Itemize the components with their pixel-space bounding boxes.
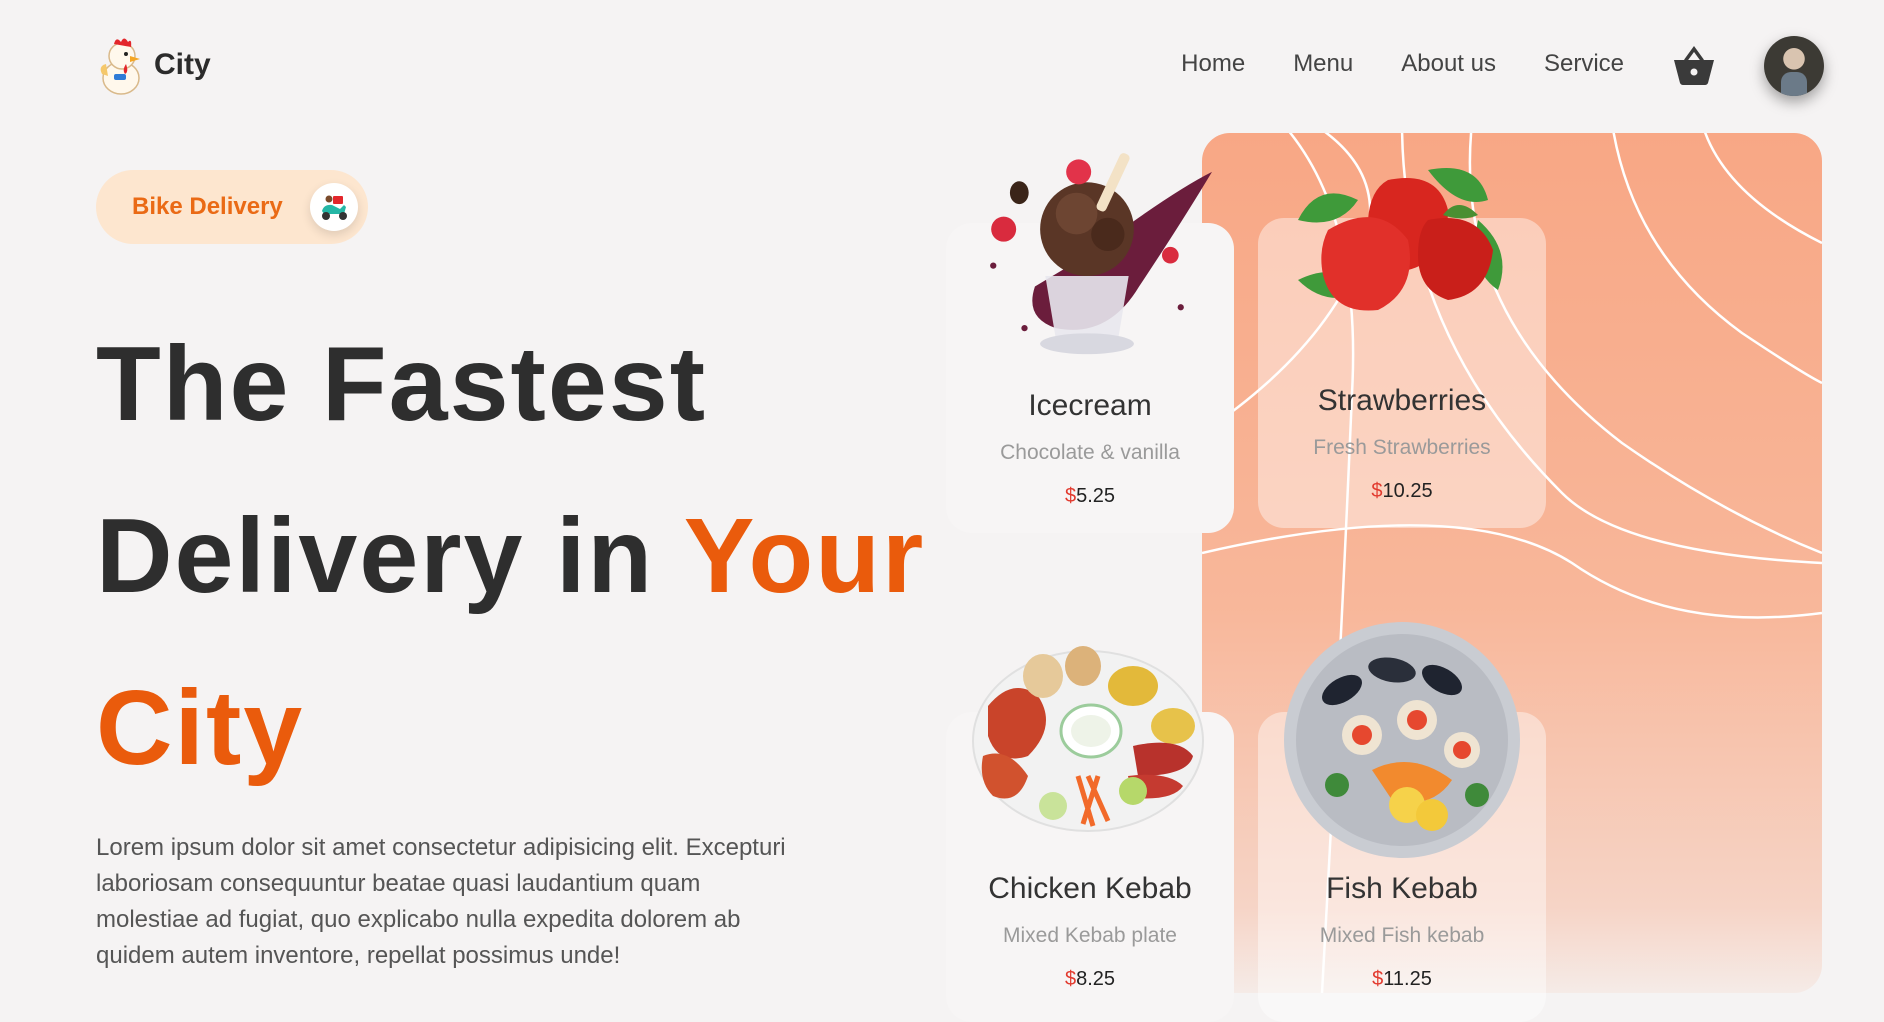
card-name: Chicken Kebab	[988, 872, 1192, 905]
hero-line-3-accent: City	[96, 669, 305, 787]
rooster-logo-icon	[100, 38, 140, 95]
card-name: Strawberries	[1317, 384, 1487, 417]
nav-menu[interactable]: Menu	[1293, 50, 1353, 78]
card-price: $8.25	[1064, 968, 1116, 990]
brand-name: City	[154, 48, 211, 81]
card-desc: Mixed Fish kebab	[1319, 924, 1485, 947]
user-avatar[interactable]	[1764, 36, 1824, 96]
main-nav: Home Menu About us Service	[1181, 50, 1624, 78]
bike-delivery-badge: Bike Delivery	[96, 170, 368, 244]
nav-service[interactable]: Service	[1544, 50, 1624, 78]
strawberries-image	[1298, 168, 1503, 311]
nav-home[interactable]: Home	[1181, 50, 1245, 78]
card-name: Fish Kebab	[1326, 872, 1478, 905]
nav-about-us[interactable]: About us	[1401, 50, 1496, 78]
hero-line-1: The Fastest	[96, 325, 708, 443]
header: City Home Menu About us Service	[0, 0, 1884, 130]
card-price: $11.25	[1372, 968, 1432, 990]
fish-kebab-image	[1284, 622, 1520, 858]
card-desc: Chocolate & vanilla	[1000, 441, 1180, 464]
delivery-scooter-icon	[322, 195, 347, 220]
basket-icon[interactable]	[1672, 46, 1716, 86]
card-name: Icecream	[1028, 389, 1152, 422]
hero-description: Lorem ipsum dolor sit amet consectetur a…	[96, 834, 786, 969]
badge-icon-wrap	[310, 183, 358, 231]
card-desc: Mixed Kebab plate	[1003, 924, 1177, 947]
card-price: $10.25	[1371, 480, 1433, 502]
chicken-kebab-image	[972, 646, 1204, 832]
hero-heading: The Fastest Delivery in Your City	[96, 298, 976, 814]
card-price: $5.25	[1064, 485, 1116, 507]
icecream-image	[990, 153, 1212, 355]
badge-label: Bike Delivery	[132, 193, 283, 220]
card-desc: Fresh Strawberries	[1313, 436, 1491, 459]
hero-line-2-accent: Your	[683, 497, 926, 615]
brand-logo[interactable]: City	[96, 34, 211, 96]
hero-line-2: Delivery in	[96, 497, 684, 615]
